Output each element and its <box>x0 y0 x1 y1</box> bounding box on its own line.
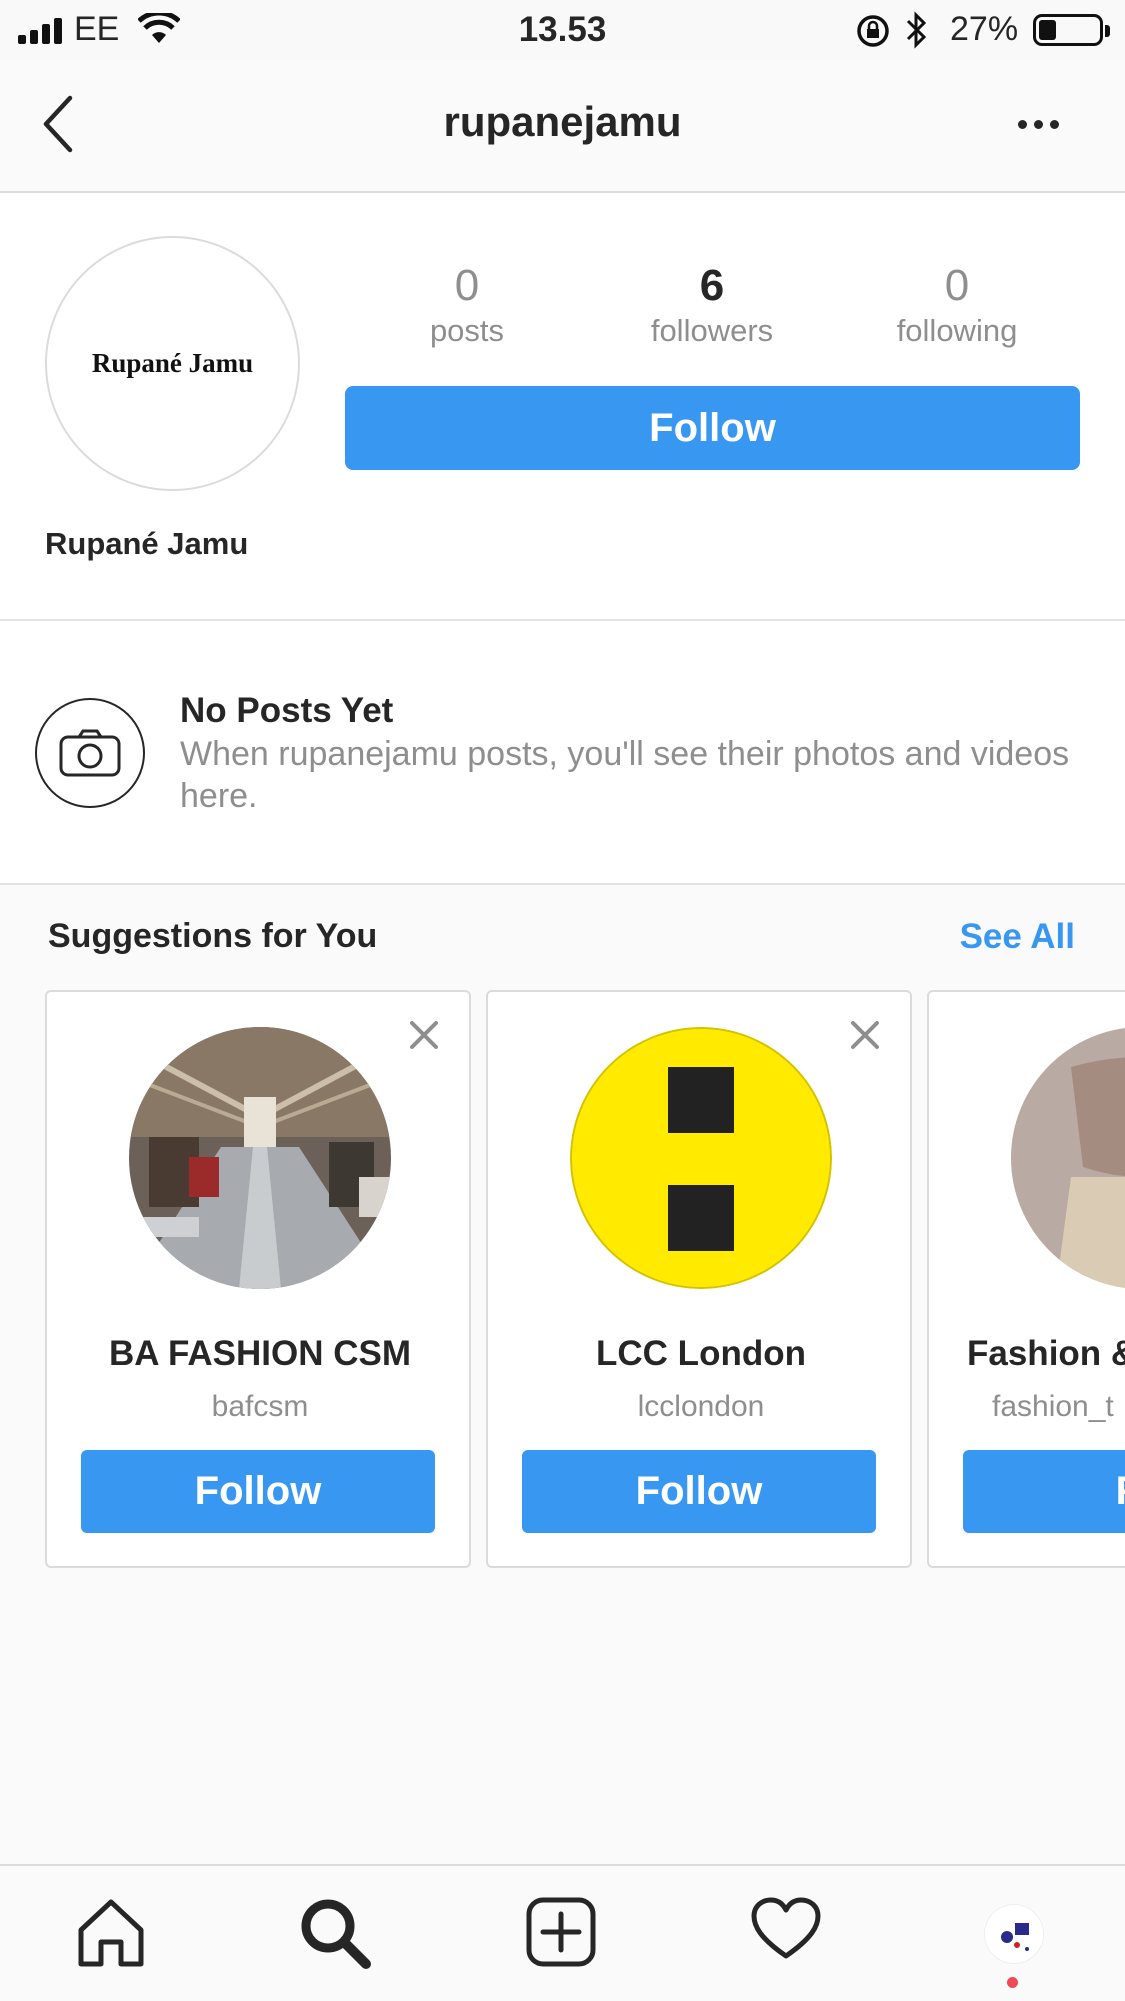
see-all-link[interactable]: See All <box>960 917 1075 957</box>
camera-icon <box>35 698 145 808</box>
following-count: 0 <box>944 261 970 310</box>
followers-count: 6 <box>699 261 725 310</box>
more-options-icon[interactable] <box>1018 120 1059 129</box>
status-bar: EE 13.53 27% <box>0 0 1125 62</box>
no-posts-text: When rupanejamu posts, you'll see their … <box>180 735 1070 815</box>
stat-following: 0 following <box>857 261 1057 349</box>
follow-button[interactable]: Follow <box>345 386 1080 470</box>
suggestion-name[interactable]: BA FASHION CSM <box>47 1334 469 1374</box>
new-post-icon[interactable] <box>525 1896 597 1968</box>
profile-header: Rupané Jamu 0 posts 6 followers 0 follow… <box>0 193 1125 621</box>
bottom-tab-bar <box>0 1864 1125 2001</box>
suggestion-handle: lcclondon <box>637 1390 765 1423</box>
following-label: following <box>896 313 1018 348</box>
stat-followers[interactable]: 6 followers <box>612 261 812 349</box>
posts-label: posts <box>429 313 505 348</box>
suggestion-avatar-lcc-logo[interactable] <box>570 1027 832 1289</box>
notification-dot <box>1007 1977 1018 1988</box>
posts-count: 0 <box>454 261 480 310</box>
no-posts-title: No Posts Yet <box>180 691 394 730</box>
close-icon[interactable] <box>409 1020 439 1050</box>
profile-tab-avatar[interactable] <box>984 1904 1044 1964</box>
display-name: Rupané Jamu <box>45 526 249 561</box>
rotation-lock-icon <box>857 15 889 47</box>
suggestion-handle: bafcsm <box>211 1390 309 1423</box>
no-posts-section: No Posts Yet When rupanejamu posts, you'… <box>0 621 1125 885</box>
suggestion-carousel[interactable]: BA FASHION CSM bafcsm Follow LCC London … <box>45 990 1125 1570</box>
suggestion-follow-button[interactable]: Follow <box>81 1450 435 1533</box>
suggestion-avatar-dress-form[interactable] <box>1011 1027 1125 1289</box>
suggestion-follow-button[interactable]: Follow <box>522 1450 876 1533</box>
suggestion-name[interactable]: LCC London <box>488 1334 910 1374</box>
avatar-logo-text: Rupané Jamu <box>91 348 254 378</box>
profile-avatar[interactable]: Rupané Jamu <box>45 236 300 491</box>
battery-percent: 27% <box>950 10 1019 48</box>
suggestion-follow-button[interactable]: Fo <box>963 1450 1125 1533</box>
followers-label: followers <box>650 313 774 348</box>
activity-heart-icon[interactable] <box>750 1896 822 1962</box>
suggestions-title: Suggestions for You <box>48 917 378 955</box>
stat-posts: 0 posts <box>367 261 567 349</box>
search-icon[interactable] <box>298 1896 372 1970</box>
nav-header: rupanejamu <box>0 62 1125 193</box>
bluetooth-icon <box>906 11 927 49</box>
suggestion-card[interactable]: LCC London lcclondon Follow <box>486 990 912 1568</box>
battery-icon <box>1033 14 1110 46</box>
suggestion-card[interactable]: BA FASHION CSM bafcsm Follow <box>45 990 471 1568</box>
home-icon[interactable] <box>75 1896 147 1968</box>
suggestion-card[interactable]: Fashion & fashion_t Fo <box>927 990 1125 1568</box>
close-icon[interactable] <box>850 1020 880 1050</box>
suggestion-avatar-workshop[interactable] <box>129 1027 391 1289</box>
suggestion-handle: fashion_t <box>992 1390 1114 1423</box>
suggestion-name[interactable]: Fashion & <box>967 1334 1125 1374</box>
page-title: rupanejamu <box>443 98 682 145</box>
